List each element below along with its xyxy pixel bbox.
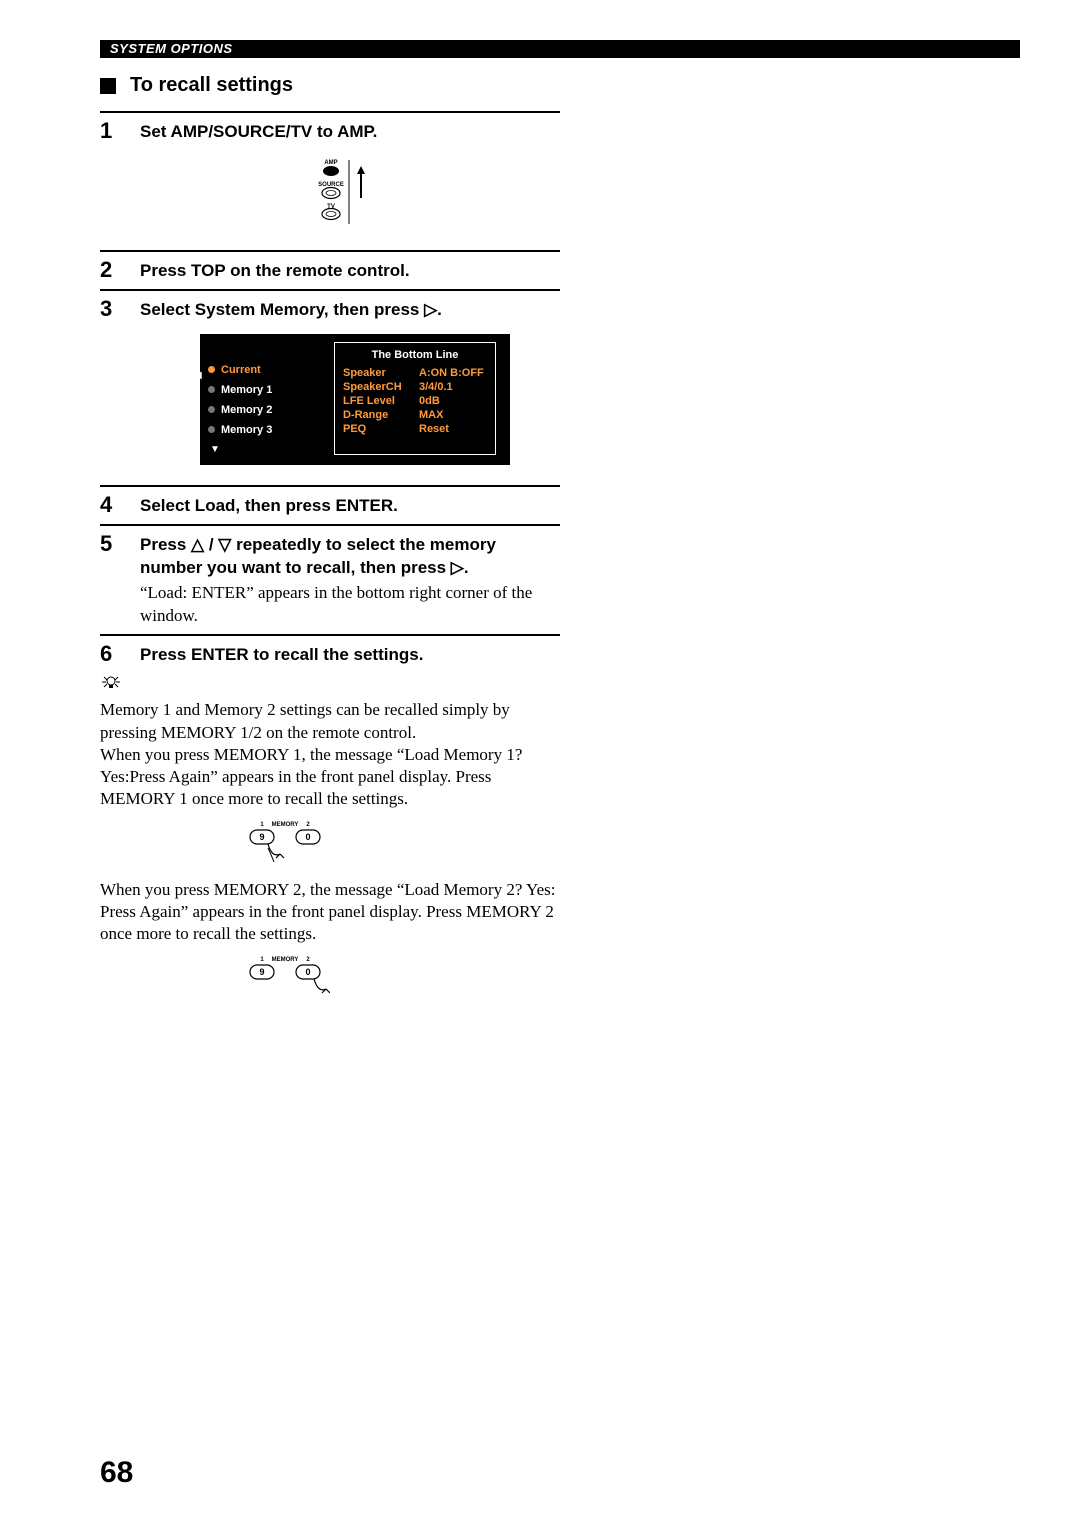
osd-v: 3/4/0.1 — [419, 381, 453, 393]
svg-text:AMP: AMP — [324, 160, 337, 166]
osd-menu-label: Memory 1 — [221, 384, 272, 396]
step-number: 2 — [100, 258, 126, 283]
osd-menu-memory3: Memory 3 — [208, 424, 328, 436]
header-label: SYSTEM OPTIONS — [110, 41, 233, 56]
dot-icon — [208, 406, 215, 413]
svg-text:2: 2 — [306, 822, 310, 828]
svg-text:9: 9 — [259, 832, 264, 842]
osd-k: Speaker — [343, 367, 413, 379]
svg-text:9: 9 — [259, 967, 264, 977]
step-6: 6 Press ENTER to recall the settings. — [100, 634, 560, 667]
svg-text:0: 0 — [305, 967, 310, 977]
step-3: 3 Select System Memory, then press ▷. ◀ … — [100, 289, 560, 479]
down-triangle-icon: ▽ — [218, 535, 231, 554]
step-text-part: . — [464, 558, 469, 577]
osd-v: A:ON B:OFF — [419, 367, 484, 379]
osd-v: MAX — [419, 409, 443, 421]
tip-paragraph-1: Memory 1 and Memory 2 settings can be re… — [100, 699, 560, 743]
step-text-part: Select System Memory, then press — [140, 300, 424, 319]
osd-v: Reset — [419, 423, 449, 435]
left-arrow-icon: ◀ — [194, 370, 202, 381]
step-5: 5 Press △ / ▽ repeatedly to select the m… — [100, 524, 560, 628]
down-arrow-icon: ▼ — [210, 444, 328, 455]
svg-text:1: 1 — [260, 957, 264, 963]
page-number: 68 — [100, 1456, 133, 1490]
osd-menu-current: Current — [208, 364, 328, 376]
content-column: To recall settings 1 Set AMP/SOURCE/TV t… — [100, 74, 560, 1014]
amp-source-tv-switch-diagram: AMP SOURCE TV — [140, 154, 560, 230]
osd-menu-label: Memory 3 — [221, 424, 272, 436]
step-text-part: / — [204, 535, 218, 554]
step-text: Press TOP on the remote control. — [140, 260, 560, 283]
osd-k: LFE Level — [343, 395, 413, 407]
step-text-part: . — [437, 300, 442, 319]
step-text: Press ENTER to recall the settings. — [140, 644, 560, 667]
step-number: 5 — [100, 532, 126, 628]
svg-text:1: 1 — [260, 822, 264, 828]
dot-icon — [208, 366, 215, 373]
osd-screen: ◀ Current Memory 1 Memory 2 — [200, 334, 510, 465]
step-text: Select System Memory, then press ▷. — [140, 299, 560, 322]
memory-buttons-diagram-1: 1 MEMORY 2 9 0 — [240, 818, 560, 867]
step-text: Select Load, then press ENTER. — [140, 495, 560, 518]
svg-text:MEMORY: MEMORY — [272, 957, 299, 963]
step-1: 1 Set AMP/SOURCE/TV to AMP. AMP SOURCE T… — [100, 111, 560, 244]
step-number: 1 — [100, 119, 126, 244]
svg-text:0: 0 — [305, 832, 310, 842]
step-number: 4 — [100, 493, 126, 518]
osd-details: The Bottom Line Speaker A:ON B:OFF Speake… — [334, 342, 496, 455]
right-triangle-icon: ▷ — [424, 300, 437, 319]
right-triangle-icon: ▷ — [451, 558, 464, 577]
header-bar — [100, 40, 1020, 58]
osd-menu-label: Memory 2 — [221, 404, 272, 416]
step-4: 4 Select Load, then press ENTER. — [100, 485, 560, 518]
tip-icon — [100, 674, 560, 695]
square-bullet-icon — [100, 78, 116, 94]
osd-k: PEQ — [343, 423, 413, 435]
step-body-text: “Load: ENTER” appears in the bottom righ… — [140, 582, 560, 628]
osd-menu-memory2: Memory 2 — [208, 404, 328, 416]
osd-k: D-Range — [343, 409, 413, 421]
memory-buttons-diagram-2: 1 MEMORY 2 9 0 — [240, 953, 560, 1002]
osd-menu: ◀ Current Memory 1 Memory 2 — [208, 342, 328, 455]
tip-paragraph-2: When you press MEMORY 1, the message “Lo… — [100, 744, 560, 810]
section-title-row: To recall settings — [100, 74, 560, 97]
osd-details-title: The Bottom Line — [343, 349, 487, 361]
osd-menu-memory1: Memory 1 — [208, 384, 328, 396]
up-triangle-icon: △ — [191, 535, 204, 554]
step-number: 3 — [100, 297, 126, 479]
section-title: To recall settings — [130, 74, 293, 97]
step-text: Press △ / ▽ repeatedly to select the mem… — [140, 534, 560, 580]
osd-v: 0dB — [419, 395, 440, 407]
svg-text:2: 2 — [306, 957, 310, 963]
tip-paragraph-3: When you press MEMORY 2, the message “Lo… — [100, 879, 560, 945]
osd-k: SpeakerCH — [343, 381, 413, 393]
step-number: 6 — [100, 642, 126, 667]
osd-menu-label: Current — [221, 364, 261, 376]
step-2: 2 Press TOP on the remote control. — [100, 250, 560, 283]
step-text-part: Press — [140, 535, 191, 554]
dot-icon — [208, 386, 215, 393]
svg-text:MEMORY: MEMORY — [272, 822, 299, 828]
dot-icon — [208, 426, 215, 433]
step-text: Set AMP/SOURCE/TV to AMP. — [140, 121, 560, 144]
